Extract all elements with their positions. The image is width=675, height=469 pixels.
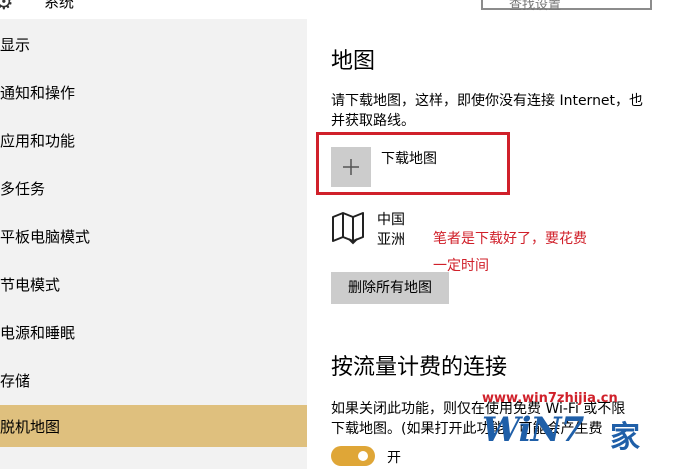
watermark-logo: WiN7 [482, 410, 584, 450]
sidebar-item-multitasking[interactable]: 多任务 [0, 170, 307, 206]
map-region-name: 中国 [377, 212, 405, 228]
map-continent-name: 亚洲 [377, 232, 405, 248]
sidebar-item-battery-saver[interactable]: 节电模式 [0, 266, 307, 302]
sidebar-item-label: 通知和操作 [0, 84, 76, 102]
search-input[interactable]: 查找设置 [481, 0, 652, 13]
sidebar-item-apps[interactable]: 应用和功能 [0, 122, 307, 158]
title-bar: ⚙ 系统 查找设置 [0, 0, 652, 19]
sidebar-item-offline-maps[interactable]: 脱机地图 [0, 405, 307, 447]
maps-description-line2: 并获取路线。 [331, 113, 415, 129]
sidebar-item-label: 存储 [0, 372, 31, 390]
maps-description: 请下载地图，这样，即使你没有连接 Internet，也 并获取路线。 [331, 91, 652, 131]
window-title: 系统 [44, 0, 75, 11]
watermark-logo-suffix: 家 [610, 420, 640, 455]
watermark-url: www.win7zhijia.cn [482, 391, 618, 406]
toggle-knob [358, 451, 368, 461]
maps-heading: 地图 [331, 49, 376, 74]
toggle-state-label: 开 [387, 450, 401, 466]
sidebar-item-notifications[interactable]: 通知和操作 [0, 74, 307, 110]
sidebar-item-label: 应用和功能 [0, 132, 76, 150]
sidebar-item-label: 平板电脑模式 [0, 228, 91, 246]
metered-toggle[interactable] [331, 446, 375, 466]
sidebar-item-power-sleep[interactable]: 电源和睡眠 [0, 314, 307, 350]
plus-icon [343, 159, 359, 175]
download-maps-label[interactable]: 下载地图 [381, 148, 437, 168]
sidebar-item-label: 脱机地图 [0, 418, 61, 436]
delete-all-maps-button[interactable]: 删除所有地图 [331, 272, 449, 304]
window-edge [652, 0, 675, 469]
sidebar-item-tablet-mode[interactable]: 平板电脑模式 [0, 218, 307, 254]
maps-description-line1: 请下载地图，这样，即使你没有连接 Internet，也 [331, 93, 644, 109]
sidebar-item-label: 显示 [0, 36, 31, 54]
sidebar-item-label: 电源和睡眠 [0, 324, 76, 342]
sidebar-item-label: 节电模式 [0, 276, 61, 294]
annotation-text: 笔者是下载好了，要花费 [433, 231, 587, 247]
gear-icon: ⚙ [0, 0, 14, 15]
sidebar-item-label: 多任务 [0, 180, 46, 198]
sidebar-item-display[interactable]: 显示 [0, 26, 307, 62]
sidebar-item-storage[interactable]: 存储 [0, 362, 307, 398]
metered-heading: 按流量计费的连接 [331, 355, 508, 380]
download-maps-button[interactable] [331, 147, 371, 187]
map-icon [332, 212, 364, 245]
search-placeholder: 查找设置 [509, 0, 562, 13]
sidebar: 显示 通知和操作 应用和功能 多任务 平板电脑模式 节电模式 电源和睡眠 存储 … [0, 19, 307, 469]
